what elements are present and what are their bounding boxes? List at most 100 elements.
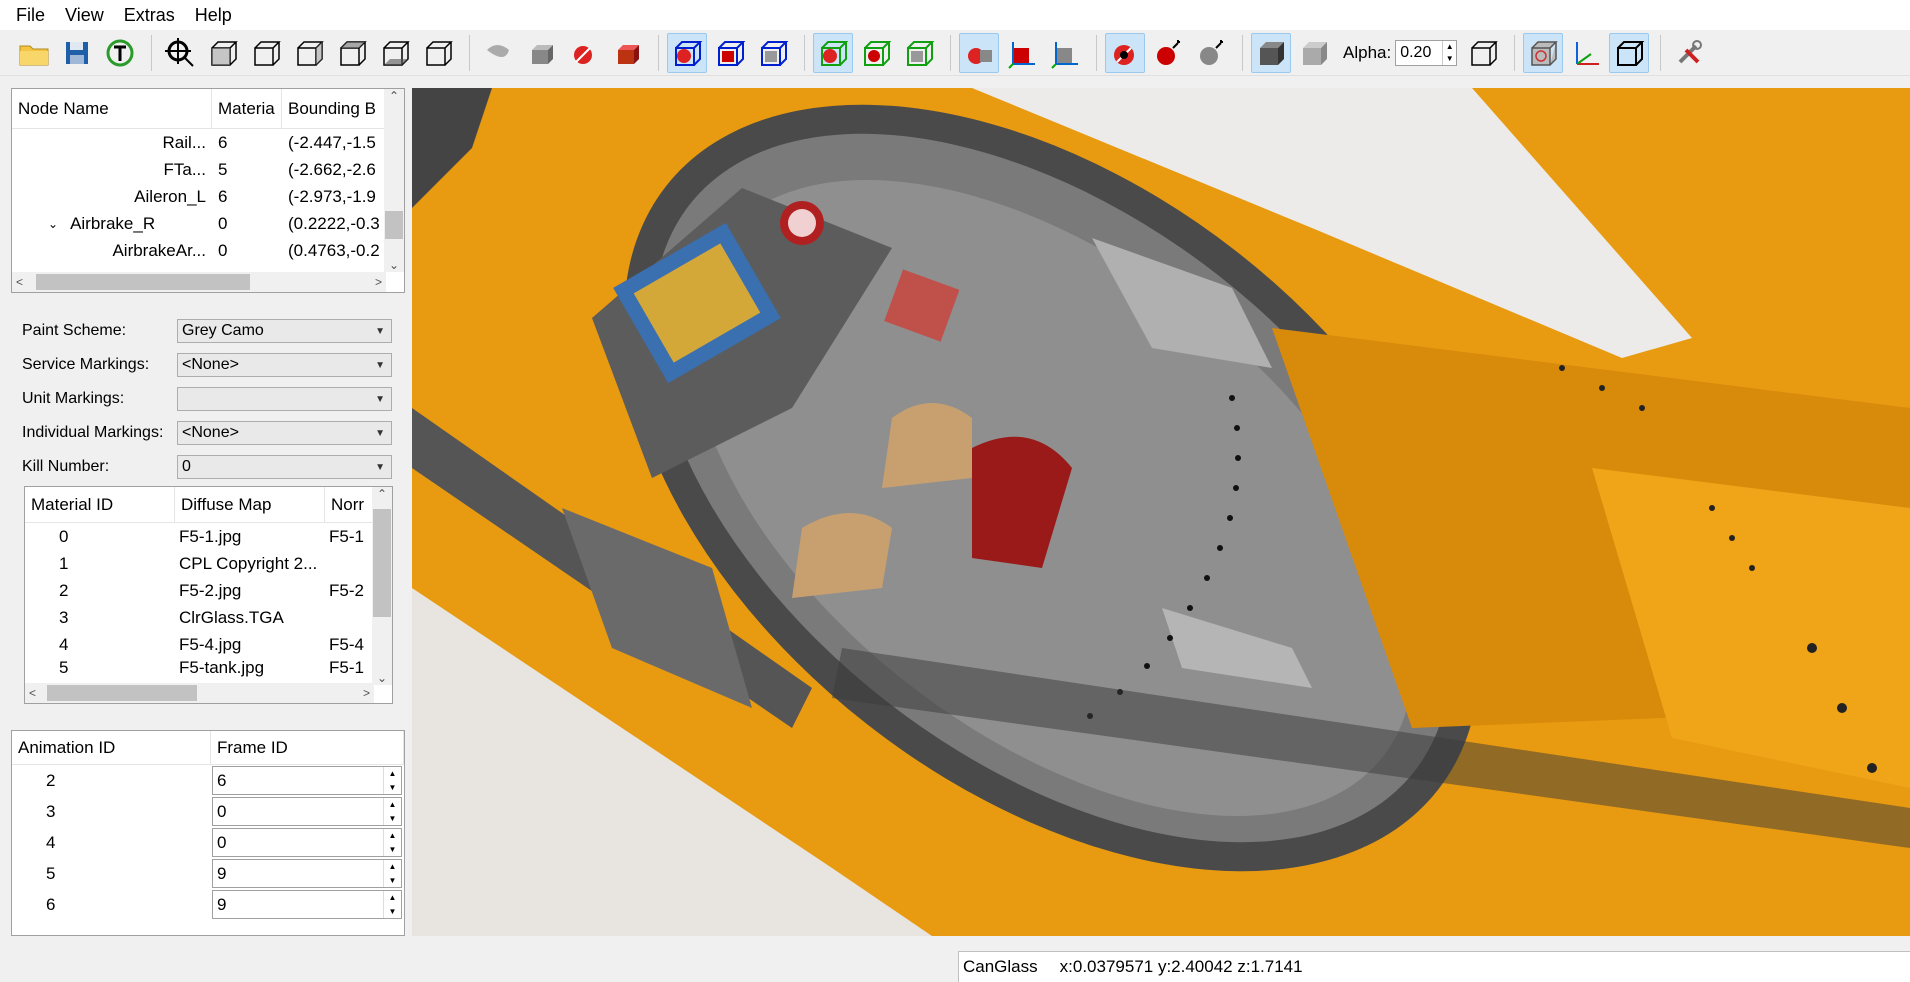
down-arrow-icon[interactable]: ▼ — [389, 783, 397, 792]
col-material-id[interactable]: Material ID — [25, 487, 175, 522]
col-animation-id[interactable]: Animation ID — [12, 731, 211, 764]
blue-bbox-red-button[interactable] — [710, 33, 750, 73]
material-row[interactable]: 4 F5-4.jpg F5-4 — [25, 631, 374, 658]
material-vscroll-thumb[interactable] — [373, 509, 391, 617]
solid-shading-button[interactable] — [521, 33, 561, 73]
wireframe-cube-button[interactable] — [1463, 33, 1503, 73]
tree-hscroll[interactable]: < > — [12, 272, 386, 292]
tree-vscroll-thumb[interactable] — [385, 211, 403, 239]
lights-off-button[interactable] — [1105, 32, 1145, 73]
menu-extras[interactable]: Extras — [114, 0, 185, 30]
frame-id-spinbox[interactable]: 0 ▲ ▼ — [212, 828, 402, 857]
service-markings-select[interactable]: <None> ▼ — [177, 353, 392, 377]
bounding-cube-button[interactable] — [1609, 32, 1650, 73]
animation-table[interactable]: Animation ID Frame ID 2 6 ▲ ▼ 3 0 ▲ ▼ 4 0 ▲ ▼ … — [11, 730, 405, 936]
transparent-cube-button[interactable] — [1294, 33, 1334, 73]
down-arrow-icon[interactable]: ▼ — [389, 907, 397, 916]
texture-off-button[interactable] — [564, 33, 604, 73]
right-arrow-icon[interactable]: > — [375, 275, 382, 289]
animation-row[interactable]: 2 6 ▲ ▼ — [12, 765, 404, 796]
tree-row[interactable]: AirbrakeAr... 0 (0.4763,-0.2 — [12, 237, 386, 264]
material-hscroll-thumb[interactable] — [47, 685, 197, 701]
col-node-name[interactable]: Node Name — [12, 89, 212, 128]
up-arrow-icon[interactable]: ▲ — [389, 831, 397, 840]
material-table[interactable]: Material ID Diffuse Map Norr 0 F5-1.jpg … — [24, 486, 393, 704]
save-button[interactable] — [57, 33, 97, 73]
animation-row[interactable]: 5 9 ▲ ▼ — [12, 858, 404, 889]
blue-bbox-grey-button[interactable] — [753, 33, 793, 73]
open-button[interactable] — [14, 33, 54, 73]
alpha-spinbox[interactable]: 0.20 ▲ ▼ — [1395, 39, 1458, 66]
col-diffuse-map[interactable]: Diffuse Map — [175, 487, 325, 522]
frame-id-spinbox[interactable]: 6 ▲ ▼ — [212, 766, 402, 795]
axes-grey-button[interactable] — [1045, 33, 1085, 73]
axes-red-button[interactable] — [1002, 33, 1042, 73]
view-front-button[interactable] — [203, 33, 243, 73]
tree-row[interactable]: FTa... 5 (-2.662,-2.6 — [12, 156, 386, 183]
tree-vscroll[interactable]: ⌃ ⌄ — [384, 89, 404, 272]
individual-markings-select[interactable]: <None> ▼ — [177, 421, 392, 445]
tree-row[interactable]: Rail... 6 (-2.447,-1.5 — [12, 129, 386, 156]
tree-row[interactable]: ⌄ Airbrake_R 0 (0.2222,-0.3 — [12, 210, 386, 237]
smooth-shading-button[interactable] — [478, 33, 518, 73]
axes-off-button[interactable] — [959, 32, 999, 73]
up-arrow-icon[interactable]: ▲ — [389, 769, 397, 778]
left-arrow-icon[interactable]: < — [16, 275, 23, 289]
green-bbox-red-button[interactable] — [856, 33, 896, 73]
green-bbox-off-button[interactable] — [813, 32, 853, 73]
col-material[interactable]: Materia — [212, 89, 282, 128]
material-row[interactable]: 2 F5-2.jpg F5-2 — [25, 577, 374, 604]
node-tree[interactable]: Node Name Materia Bounding B Rail... 6 (… — [11, 88, 405, 293]
chevron-down-icon[interactable]: ⌄ — [48, 217, 58, 231]
view-left-button[interactable] — [289, 33, 329, 73]
down-arrow-icon[interactable]: ▼ — [389, 845, 397, 854]
material-row[interactable]: 1 CPL Copyright 2... — [25, 550, 374, 577]
down-arrow-icon[interactable]: ⌄ — [389, 258, 399, 272]
up-arrow-icon[interactable]: ⌃ — [377, 487, 387, 501]
material-row[interactable]: 0 F5-1.jpg F5-1 — [25, 523, 374, 550]
grid-cube-button[interactable] — [1523, 32, 1564, 73]
down-arrow-icon[interactable]: ▼ — [389, 876, 397, 885]
frame-id-spinbox[interactable]: 0 ▲ ▼ — [212, 797, 402, 826]
blue-bbox-off-button[interactable] — [667, 32, 707, 73]
texture-on-button[interactable] — [607, 33, 647, 73]
tools-button[interactable] — [1669, 33, 1709, 73]
animation-row[interactable]: 3 0 ▲ ▼ — [12, 796, 404, 827]
down-arrow-icon[interactable]: ▼ — [1446, 54, 1454, 63]
right-arrow-icon[interactable]: > — [363, 686, 370, 700]
spin-arrows[interactable]: ▲ ▼ — [383, 798, 401, 825]
up-arrow-icon[interactable]: ▲ — [1446, 42, 1454, 51]
menu-help[interactable]: Help — [185, 0, 242, 30]
col-frame-id[interactable]: Frame ID — [211, 731, 404, 764]
3d-viewport[interactable] — [412, 88, 1910, 936]
frame-id-spinbox[interactable]: 9 ▲ ▼ — [212, 859, 402, 888]
tree-row[interactable]: Aileron_L 6 (-2.973,-1.9 — [12, 183, 386, 210]
alpha-spin-arrows[interactable]: ▲ ▼ — [1442, 40, 1456, 65]
down-arrow-icon[interactable]: ⌄ — [377, 671, 387, 685]
reload-button[interactable] — [100, 33, 140, 73]
up-arrow-icon[interactable]: ⌃ — [389, 89, 399, 103]
view-back-button[interactable] — [246, 33, 286, 73]
material-vscroll[interactable]: ⌃ ⌄ — [372, 487, 392, 685]
paint-scheme-select[interactable]: Grey Camo ▼ — [177, 319, 392, 343]
col-bounding[interactable]: Bounding B — [282, 89, 386, 128]
animation-row[interactable]: 6 9 ▲ ▼ — [12, 889, 404, 920]
lights-grey-button[interactable] — [1191, 33, 1231, 73]
material-row[interactable]: 5 F5-tank.jpg F5-1 — [25, 658, 374, 678]
view-top-button[interactable] — [375, 33, 415, 73]
kill-number-select[interactable]: 0 ▼ — [177, 455, 392, 479]
down-arrow-icon[interactable]: ▼ — [389, 814, 397, 823]
up-arrow-icon[interactable]: ▲ — [389, 862, 397, 871]
material-hscroll[interactable]: < > — [25, 683, 374, 703]
spin-arrows[interactable]: ▲ ▼ — [383, 891, 401, 918]
view-right-button[interactable] — [332, 33, 372, 73]
up-arrow-icon[interactable]: ▲ — [389, 800, 397, 809]
opaque-cube-button[interactable] — [1251, 32, 1291, 73]
view-bottom-button[interactable] — [418, 33, 458, 73]
material-row[interactable]: 3 ClrGlass.TGA — [25, 604, 374, 631]
spin-arrows[interactable]: ▲ ▼ — [383, 767, 401, 794]
tree-hscroll-thumb[interactable] — [36, 274, 250, 290]
menu-file[interactable]: File — [6, 0, 55, 30]
spin-arrows[interactable]: ▲ ▼ — [383, 860, 401, 887]
menu-view[interactable]: View — [55, 0, 114, 30]
